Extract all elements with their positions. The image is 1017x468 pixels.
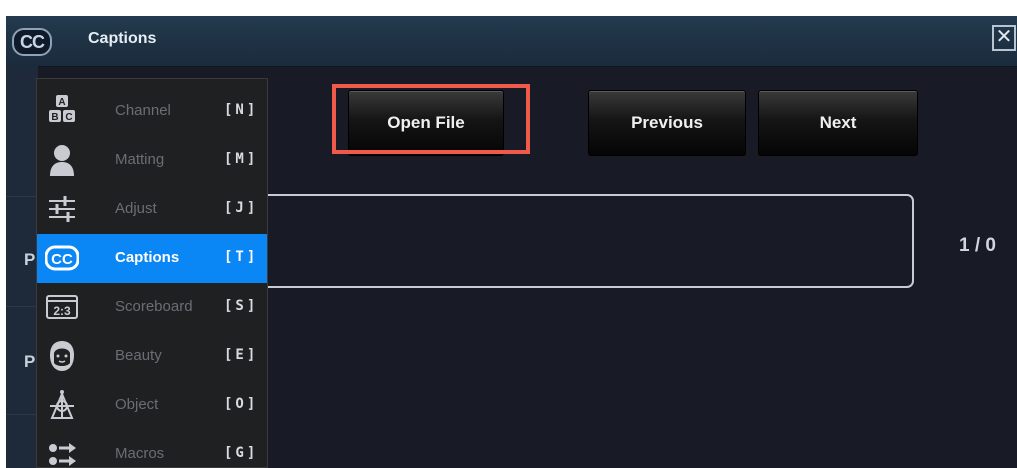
caption-counter: 1 / 0: [959, 235, 996, 256]
svg-text:CC: CC: [51, 251, 73, 268]
row-label-partial: P: [24, 352, 36, 371]
abc-channel-icon: A B C: [45, 94, 79, 128]
menu-item-beauty[interactable]: Beauty [E]: [37, 332, 267, 381]
menu-item-captions[interactable]: CC Captions [T]: [37, 234, 267, 283]
menu-item-shortcut: [O]: [224, 396, 259, 412]
window-title: Captions: [88, 30, 157, 47]
sliders-adjust-icon: [45, 192, 79, 226]
captions-window: CC Captions ✕ P P Open File Previous Nex…: [6, 16, 1017, 468]
row-divider: [6, 196, 38, 197]
caption-text-area[interactable]: [236, 194, 914, 288]
menu-item-scoreboard[interactable]: 2:3 Scoreboard [S]: [37, 283, 267, 332]
row-label-partial: P: [24, 250, 36, 269]
menu-item-shortcut: [J]: [224, 200, 259, 216]
person-matting-icon: [45, 143, 79, 177]
menu-item-adjust[interactable]: Adjust [J]: [37, 185, 267, 234]
menu-item-shortcut: [S]: [224, 298, 259, 314]
menu-item-macros[interactable]: Macros [G]: [37, 430, 267, 467]
menu-item-matting[interactable]: Matting [M]: [37, 136, 267, 185]
menu-item-shortcut: [T]: [224, 249, 259, 265]
menu-item-channel[interactable]: A B C Channel [N]: [37, 87, 267, 136]
face-beauty-icon: [45, 339, 79, 373]
menu-item-shortcut: [M]: [224, 151, 259, 167]
row-divider: [6, 306, 38, 307]
menu-item-shortcut: [E]: [224, 347, 259, 363]
captions-app-icon: CC: [12, 28, 52, 56]
module-menu: A B C Channel [N] Matting [M] Adjust [J]…: [36, 78, 268, 468]
menu-item-shortcut: [N]: [224, 102, 259, 118]
menu-item-label: Matting: [115, 151, 165, 168]
previous-button[interactable]: Previous: [588, 90, 746, 156]
close-button[interactable]: ✕: [992, 25, 1016, 51]
menu-item-label: Object: [115, 396, 159, 413]
menu-item-label: Scoreboard: [115, 298, 193, 315]
cc-captions-icon: CC: [45, 241, 79, 275]
row-divider: [6, 414, 38, 415]
next-button[interactable]: Next: [758, 90, 918, 156]
menu-item-label: Captions: [115, 249, 180, 266]
menu-item-label: Channel: [115, 102, 171, 119]
close-icon: ✕: [995, 26, 1013, 48]
macros-icon: [45, 437, 79, 467]
title-bar: CC Captions ✕: [6, 16, 1017, 67]
object-icon: [45, 388, 79, 422]
menu-item-label: Adjust: [115, 200, 157, 217]
svg-text:2:3: 2:3: [53, 304, 71, 318]
menu-item-object[interactable]: Object [O]: [37, 381, 267, 430]
menu-item-shortcut: [G]: [224, 445, 259, 461]
svg-text:B: B: [51, 112, 58, 123]
scoreboard-icon: 2:3: [45, 290, 79, 324]
svg-text:A: A: [58, 97, 65, 108]
open-file-button[interactable]: Open File: [348, 90, 504, 156]
svg-text:C: C: [65, 112, 72, 123]
menu-item-label: Beauty: [115, 347, 162, 364]
menu-item-label: Macros: [115, 445, 165, 462]
